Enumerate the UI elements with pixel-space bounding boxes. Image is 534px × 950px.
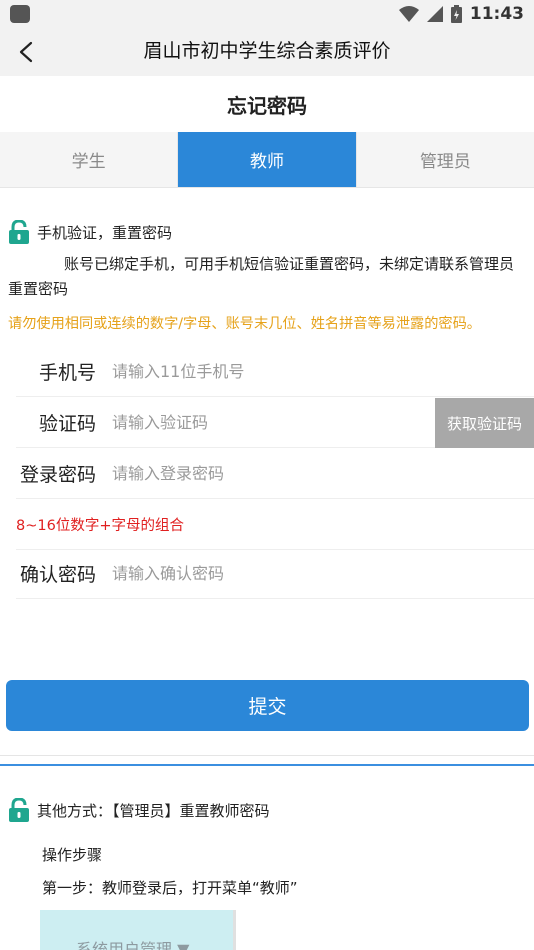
other-method-title: 其他方式：【管理员】重置教师密码: [37, 801, 270, 820]
role-tabs: 学生 教师 管理员: [0, 132, 534, 188]
phone-verify-header: 手机验证，重置密码: [8, 220, 172, 244]
code-input[interactable]: [112, 402, 435, 443]
confirm-input[interactable]: [112, 553, 534, 594]
confirm-row: 确认密码: [16, 549, 534, 599]
battery-icon: [450, 5, 462, 23]
wifi-icon: [398, 6, 419, 22]
password-hint: 8~16位数字+字母的组合: [16, 500, 534, 550]
steps-title: 操作步骤: [42, 846, 103, 864]
lock-icon: [9, 220, 29, 244]
lock-icon: [9, 798, 29, 822]
back-arrow-icon: [19, 41, 33, 63]
divider: [0, 755, 534, 756]
status-time: 11:43: [469, 4, 524, 24]
submit-button[interactable]: 提交: [6, 680, 529, 731]
signal-icon: [426, 6, 443, 22]
tab-student[interactable]: 学生: [0, 132, 177, 187]
app-notification-icon: [10, 5, 30, 23]
nav-bar: 眉山市初中学生综合素质评价: [0, 28, 534, 76]
back-button[interactable]: [8, 34, 44, 70]
confirm-label: 确认密码: [19, 564, 96, 586]
phone-verify-description: 账号已绑定手机，可用手机短信验证重置密码，未绑定请联系管理员重置密码: [8, 255, 515, 298]
get-code-button[interactable]: 获取验证码: [435, 398, 534, 448]
instruction-screenshot: 系统用户管理 ▼: [40, 910, 236, 950]
code-row: 验证码 获取验证码: [16, 398, 534, 448]
password-input[interactable]: [112, 453, 534, 494]
page-title: 忘记密码: [227, 94, 307, 118]
nav-title: 眉山市初中学生综合素质评价: [143, 40, 391, 62]
status-indicators: 11:43: [398, 3, 524, 25]
phone-input[interactable]: [112, 351, 534, 392]
status-bar: 11:43: [0, 0, 534, 28]
password-warning: 请勿使用相同或连续的数字/字母、账号末几位、姓名拼音等易泄露的密码。: [8, 316, 481, 332]
tab-admin[interactable]: 管理员: [355, 132, 534, 187]
password-row: 登录密码: [16, 449, 534, 499]
step-one: 第一步：教师登录后，打开菜单“教师”: [42, 879, 298, 897]
preview-menu-label: 系统用户管理 ▼: [76, 940, 190, 950]
phone-label: 手机号: [38, 362, 96, 384]
password-label: 登录密码: [19, 464, 96, 486]
section-divider: [0, 764, 534, 766]
phone-row: 手机号: [16, 347, 534, 397]
tab-teacher[interactable]: 教师: [177, 132, 356, 187]
code-label: 验证码: [38, 413, 96, 435]
phone-verify-title: 手机验证，重置密码: [37, 223, 173, 242]
other-method-header: 其他方式：【管理员】重置教师密码: [8, 798, 270, 822]
